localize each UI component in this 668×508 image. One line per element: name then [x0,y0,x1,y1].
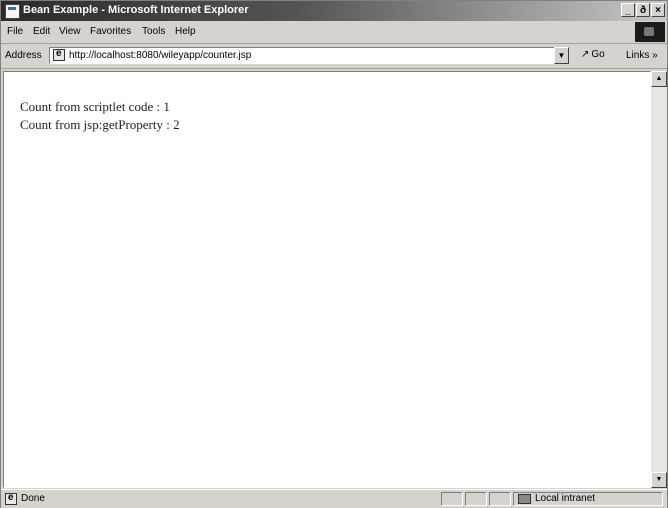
window-controls: _ ð × [621,3,665,19]
go-button[interactable]: ↗ Go [581,49,605,60]
address-label: Address [5,50,42,61]
menu-bar: File Edit View Favorites Tools Help [1,21,667,44]
title-bar[interactable]: Bean Example - Microsoft Internet Explor… [1,1,667,21]
menu-view[interactable]: View [59,26,81,37]
address-input[interactable]: http://localhost:8080/wileyapp/counter.j… [49,47,569,64]
vertical-scrollbar[interactable]: ▲ ▼ [651,71,667,488]
windows-logo-icon [635,22,665,42]
menu-file[interactable]: File [7,26,23,37]
window-title: Bean Example - Microsoft Internet Explor… [23,4,249,16]
status-pane [489,492,511,506]
links-button[interactable]: Links » [626,50,658,61]
url-text[interactable]: http://localhost:8080/wileyapp/counter.j… [69,50,251,61]
menu-edit[interactable]: Edit [33,26,50,37]
status-pane [465,492,487,506]
zone-pane: Local intranet [513,492,663,506]
scroll-up-button[interactable]: ▲ [651,71,667,87]
address-dropdown-button[interactable]: ▼ [554,47,569,64]
close-button[interactable]: × [651,3,665,17]
ie-window-icon[interactable] [5,4,20,19]
maximize-button[interactable]: ð [636,3,650,17]
ie-page-icon [53,48,65,61]
menu-favorites[interactable]: Favorites [90,26,131,37]
status-pane [441,492,463,506]
scroll-down-button[interactable]: ▼ [651,472,667,488]
go-arrow-icon: ↗ [581,49,590,60]
zone-label: Local intranet [535,493,596,504]
getproperty-count-text: Count from jsp:getProperty : 2 [20,117,180,132]
status-text: Done [21,493,45,504]
status-page-icon [5,492,17,505]
menu-help[interactable]: Help [175,26,196,37]
status-bar: Done Local intranet [1,489,667,508]
address-bar: Address http://localhost:8080/wileyapp/c… [1,44,667,69]
minimize-button[interactable]: _ [621,3,635,17]
scriptlet-count-text: Count from scriptlet code : 1 [20,99,170,114]
menu-tools[interactable]: Tools [142,26,165,37]
go-label: Go [591,49,605,60]
local-intranet-icon [518,494,531,504]
page-content: Count from scriptlet code : 1 Count from… [3,71,651,488]
browser-window: Bean Example - Microsoft Internet Explor… [0,0,668,508]
